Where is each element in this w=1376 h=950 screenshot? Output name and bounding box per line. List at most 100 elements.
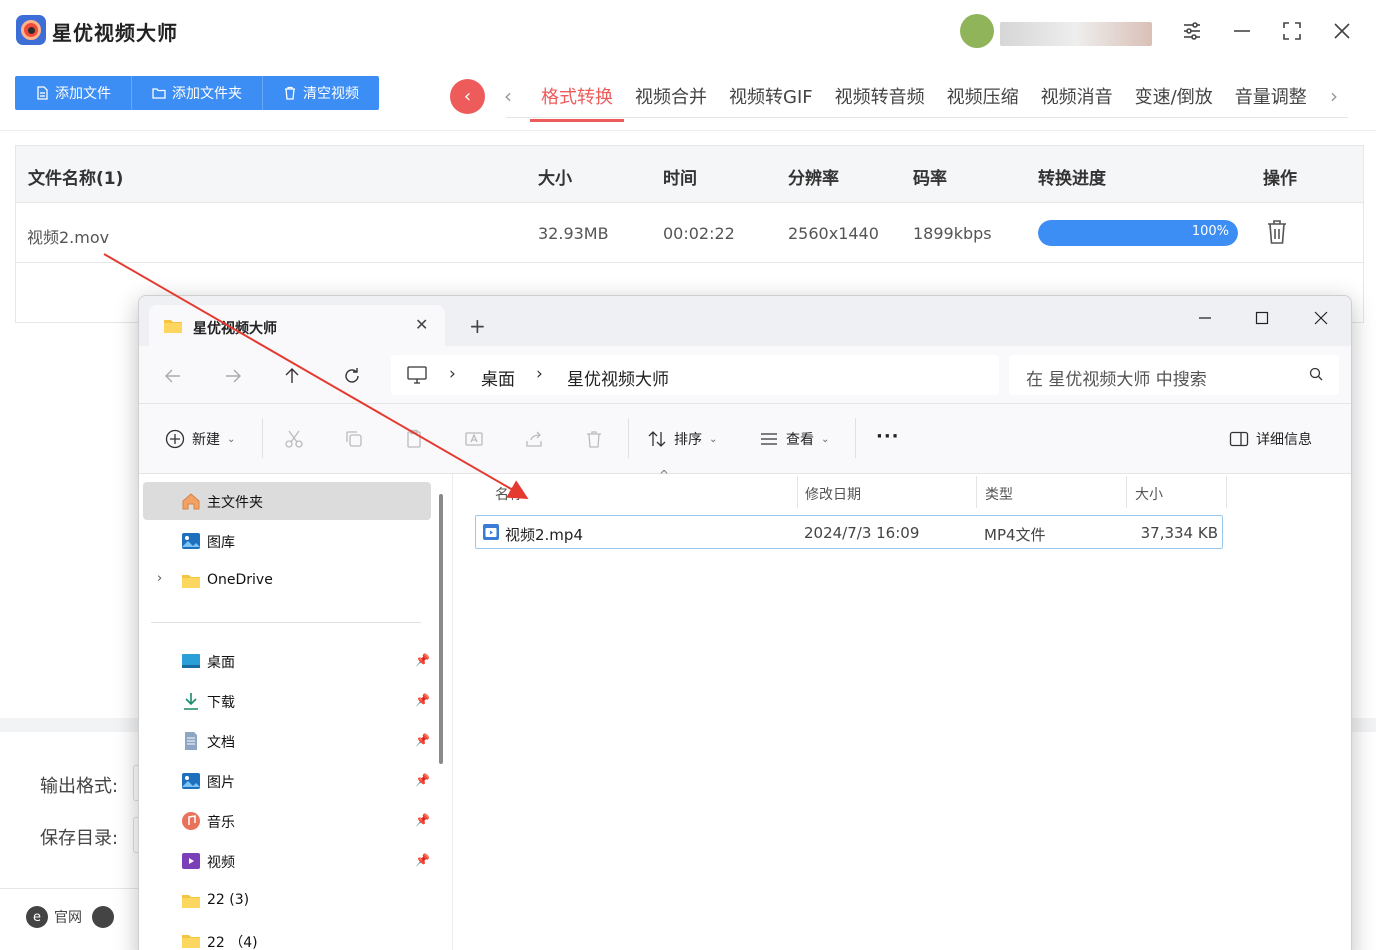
nav-item-home[interactable]: 主文件夹 (143, 482, 431, 520)
column-separator[interactable] (797, 476, 798, 508)
tab-speed-reverse[interactable]: 变速/倒放 (1124, 80, 1224, 122)
nav-item-downloads[interactable]: 下载 📌 (143, 682, 431, 720)
up-arrow-icon[interactable] (280, 364, 304, 388)
clipboard-icon (407, 429, 421, 448)
nav-item-desktop[interactable]: 桌面 📌 (143, 642, 431, 680)
nav-label-music: 音乐 (207, 815, 235, 831)
tab-volume-adjust[interactable]: 音量调整 (1224, 80, 1318, 122)
file-row[interactable]: 视频2.mp4 2024/7/3 16:09 MP4文件 37,334 KB (475, 515, 1223, 549)
nav-item-onedrive[interactable]: › OneDrive (143, 562, 431, 600)
tab-video-merge[interactable]: 视频合并 (624, 80, 718, 122)
breadcrumb-folder[interactable]: 星优视频大师 (567, 365, 669, 390)
more-options-icon[interactable]: ··· (876, 426, 900, 447)
new-tab-icon[interactable]: + (469, 314, 486, 338)
cut-button[interactable] (284, 429, 304, 449)
nav-item-documents[interactable]: 文档 📌 (143, 722, 431, 760)
add-file-button[interactable]: 添加文件 (15, 76, 132, 110)
table-row[interactable]: 视频2.mov 32.93MB 00:02:22 2560x1440 1899k… (16, 204, 1363, 263)
explorer-tab-title: 星优视频大师 (193, 321, 277, 337)
picture-icon (182, 773, 200, 789)
website-link[interactable]: e 官网 (26, 906, 82, 928)
forward-arrow-icon[interactable] (221, 364, 245, 388)
explorer-tabbar: 星优视频大师 ✕ + (139, 296, 1351, 346)
new-button[interactable]: 新建 ⌄ (165, 429, 235, 449)
pin-icon: 📌 (415, 693, 430, 707)
column-separator[interactable] (1126, 476, 1127, 508)
app-logo-icon (16, 15, 46, 45)
folder-icon (182, 575, 200, 588)
add-folder-button[interactable]: 添加文件夹 (132, 76, 263, 110)
address-input[interactable]: › 桌面 › 星优视频大师 (391, 355, 999, 395)
tab-video-to-gif[interactable]: 视频转GIF (718, 80, 824, 122)
minimize-icon[interactable] (1227, 16, 1257, 46)
mp4-file-icon (483, 524, 499, 540)
desktop-icon (182, 654, 200, 668)
close-icon[interactable] (1327, 16, 1357, 46)
tab-close-icon[interactable]: ✕ (415, 315, 428, 334)
clear-videos-button[interactable]: 清空视频 (263, 76, 379, 110)
rename-button[interactable] (464, 429, 484, 449)
folder-icon (164, 320, 182, 333)
sort-button[interactable]: 排序 ⌄ (647, 429, 717, 449)
nav-scrollbar[interactable] (439, 494, 443, 764)
support-link[interactable] (92, 906, 114, 928)
explorer-maximize-icon[interactable] (1242, 304, 1282, 332)
tab-video-to-audio[interactable]: 视频转音频 (824, 80, 936, 122)
explorer-tab[interactable]: 星优视频大师 ✕ (149, 305, 445, 346)
column-separator[interactable] (976, 476, 977, 508)
column-separator[interactable] (1226, 476, 1227, 508)
explorer-close-icon[interactable] (1301, 304, 1341, 332)
row-time: 00:02:22 (663, 224, 735, 243)
search-placeholder: 在 星优视频大师 中搜索 (1026, 370, 1207, 390)
footer-links: e 官网 (26, 906, 114, 928)
avatar[interactable] (960, 14, 994, 48)
search-input[interactable]: 在 星优视频大师 中搜索 (1009, 355, 1339, 395)
nav-item-music[interactable]: 音乐 📌 (143, 802, 431, 840)
nav-item-gallery[interactable]: 图库 (143, 522, 431, 560)
user-name-blurred[interactable] (1000, 22, 1152, 46)
plus-circle-icon (165, 429, 185, 449)
nav-item-folder-22-3[interactable]: 22 (3) (143, 882, 431, 920)
nav-label-folder-22-3: 22 (3) (207, 892, 250, 908)
nav-label-onedrive: OneDrive (207, 572, 273, 588)
clear-videos-label: 清空视频 (303, 86, 359, 102)
file-explorer-window: 星优视频大师 ✕ + › 桌面 › 星优视频大师 在 星优视频大师 中搜索 新建… (138, 295, 1352, 950)
col-modified[interactable]: 修改日期 (805, 484, 861, 504)
tab-video-compress[interactable]: 视频压缩 (936, 80, 1030, 122)
nav-label-gallery: 图库 (207, 535, 235, 551)
nav-item-folder-22-4[interactable]: 22 （4) (143, 922, 431, 950)
tabs-divider (506, 117, 1348, 118)
back-arrow-icon[interactable] (161, 364, 185, 388)
col-size: 大小 (538, 169, 572, 189)
fullscreen-icon[interactable] (1277, 16, 1307, 46)
delete-button[interactable] (584, 429, 604, 449)
paste-button[interactable] (404, 429, 424, 449)
explorer-body: 主文件夹 图库 › OneDrive 桌面 📌 下载 📌 文档 📌 图片 📌 音… (139, 468, 1351, 950)
view-button[interactable]: 查看 ⌄ (759, 429, 829, 449)
tab-video-mute[interactable]: 视频消音 (1030, 80, 1124, 122)
col-type[interactable]: 类型 (985, 484, 1013, 504)
details-pane-button[interactable]: 详细信息 (1229, 429, 1312, 449)
settings-sliders-icon[interactable] (1177, 16, 1207, 46)
address-bar-row: › 桌面 › 星优视频大师 在 星优视频大师 中搜索 (139, 346, 1351, 404)
website-label: 官网 (54, 910, 82, 926)
refresh-icon[interactable] (340, 364, 364, 388)
nav-item-videos[interactable]: 视频 📌 (143, 842, 431, 880)
tabs-scroll-left-icon[interactable]: ‹ (504, 84, 512, 108)
tab-format-convert[interactable]: 格式转换 (530, 80, 624, 122)
col-name[interactable]: 名称 (495, 484, 523, 504)
rename-icon (465, 432, 483, 446)
copy-button[interactable] (344, 429, 364, 449)
breadcrumb-desktop[interactable]: 桌面 (481, 365, 515, 390)
delete-trash-icon[interactable] (1266, 219, 1288, 245)
command-bar: 新建 ⌄ 排序 ⌄ 查看 ⌄ ··· 详细信息 (139, 404, 1351, 474)
expand-chevron-icon[interactable]: › (157, 571, 162, 586)
pin-icon: 📌 (415, 773, 430, 787)
pin-icon: 📌 (415, 653, 430, 667)
share-button[interactable] (524, 429, 544, 449)
back-circle-button[interactable]: ‹ (450, 79, 485, 114)
tabs-scroll-right-icon[interactable]: › (1330, 84, 1338, 108)
nav-item-pictures[interactable]: 图片 📌 (143, 762, 431, 800)
col-size[interactable]: 大小 (1135, 484, 1163, 504)
explorer-minimize-icon[interactable] (1185, 304, 1225, 332)
